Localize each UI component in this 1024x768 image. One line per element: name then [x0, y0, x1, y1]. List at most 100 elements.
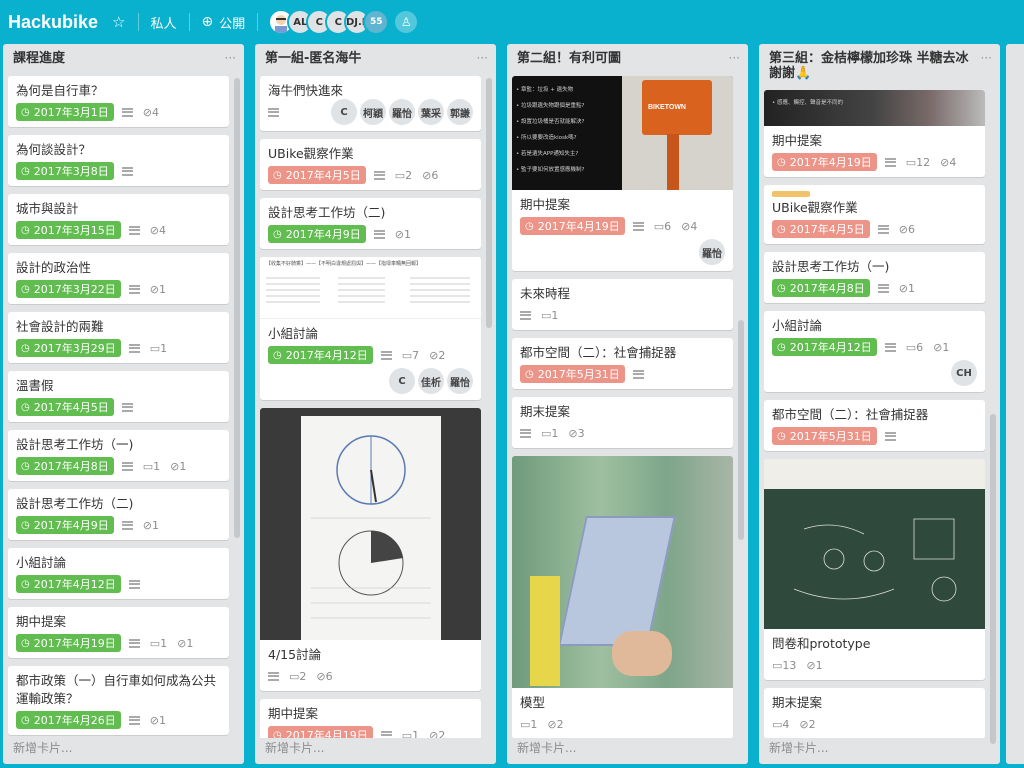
card[interactable]: 都市空間（二）：社會捕捉器 2017年5月31日	[512, 338, 733, 389]
list-scrollbar[interactable]	[738, 320, 744, 540]
card[interactable]: UBike觀察作業 2017年4月5日 ▭ 2 ⊘ 6	[260, 139, 481, 190]
card[interactable]: 設計思考工作坊（一) 2017年4月8日 ⊘ 1	[764, 252, 985, 303]
member-avatar[interactable]: CH	[951, 360, 977, 386]
attachment-icon: ⊘	[149, 713, 159, 727]
list-header: 第二組！有利可圖 ···	[507, 44, 748, 76]
bike-sign: BIKETOWN	[648, 104, 686, 111]
attachment-count: 1	[158, 282, 166, 296]
list-title[interactable]: 第二組！有利可圖	[517, 51, 729, 66]
card[interactable]: 為何談設計？ 2017年3月8日	[8, 135, 229, 186]
card-badges: ▭ 13 ⊘ 1	[772, 656, 977, 674]
description-icon	[380, 730, 392, 738]
card[interactable]: 模型 ▭ 1 ⊘ 2	[512, 456, 733, 738]
description-icon	[373, 170, 385, 180]
member-avatar[interactable]: C	[389, 368, 415, 394]
globe-icon[interactable]: ⊕	[202, 14, 214, 30]
description-icon	[128, 284, 140, 294]
card[interactable]: UBike觀察作業 2017年4月5日 ⊘ 6	[764, 185, 985, 244]
card-badges: 2017年4月9日 ⊘ 1	[268, 225, 473, 243]
due-date-badge: 2017年4月19日	[772, 153, 877, 171]
add-card-button[interactable]: 新增卡片...	[769, 739, 828, 756]
card[interactable]: 期末提案 ▭ 1 ⊘ 3	[512, 397, 733, 448]
list-menu-icon[interactable]: ···	[225, 51, 236, 66]
card[interactable]: 社會設計的兩難 2017年3月29日 ▭ 1	[8, 312, 229, 363]
comment-icon: ▭	[401, 728, 413, 739]
card[interactable]: 設計思考工作坊（二) 2017年4月9日 ⊘ 1	[8, 489, 229, 540]
comment-icon: ▭	[520, 717, 531, 731]
add-card-button[interactable]: 新增卡片...	[517, 739, 576, 756]
due-date-badge: 2017年4月5日	[268, 166, 366, 184]
card-title: UBike觀察作業	[268, 146, 354, 161]
due-date-badge: 2017年3月15日	[16, 221, 121, 239]
card[interactable]: 問卷和prototype ▭ 13 ⊘ 1	[764, 459, 985, 680]
member-avatar[interactable]: 佳析	[418, 368, 444, 394]
comment-icon: ▭	[541, 426, 552, 440]
card-members: 羅怡	[520, 239, 725, 265]
public-button[interactable]: 公開	[219, 13, 245, 32]
list-title[interactable]: 第一組-匿名海牛	[265, 51, 477, 66]
card[interactable]: 期中提案 2017年4月19日 ▭ 1 ⊘ 2	[260, 699, 481, 738]
member-avatar[interactable]: C	[331, 99, 357, 125]
card[interactable]: 未來時程 ▭ 1	[512, 279, 733, 330]
card[interactable]: 海牛們快進來 C 柯穎 羅怡 葉采 郭謙	[260, 76, 481, 131]
description-icon	[121, 461, 133, 471]
attachment-count: 2	[808, 717, 816, 731]
card[interactable]: • 章監：垃圾 + 遺失物 • 垃圾跟遺失物跟個是重點? • 設置垃圾桶是否就能解決…	[512, 76, 733, 271]
member-avatar[interactable]: 葉采	[418, 99, 444, 125]
card-badges: ▭ 1	[520, 306, 725, 324]
list-scrollbar[interactable]	[234, 78, 240, 538]
list-scrollbar[interactable]	[486, 78, 492, 328]
card[interactable]: 小組討論 2017年4月12日 ▭ 6 ⊘ 1CH	[764, 311, 985, 392]
card[interactable]: 都市政策（一）自行車如何成為公共運輸政策？ 2017年4月26日 ⊘ 1	[8, 666, 229, 735]
card[interactable]: 設計思考工作坊（一)2017年4月8日▭ 1⊘ 1	[8, 430, 229, 481]
due-date-badge: 2017年3月29日	[16, 339, 121, 357]
card-members: C 柯穎 羅怡 葉采 郭謙	[268, 99, 473, 125]
member-avatar[interactable]: 柯穎	[360, 99, 386, 125]
member-avatar[interactable]: 郭謙	[447, 99, 473, 125]
card[interactable]: 期中提案2017年4月19日▭ 1⊘ 1	[8, 607, 229, 658]
add-card-button[interactable]: 新增卡片...	[13, 739, 72, 756]
member-avatar[interactable]: 羅怡	[389, 99, 415, 125]
card[interactable]: 溫書假 2017年4月5日	[8, 371, 229, 422]
due-date-badge: 2017年4月12日	[16, 575, 121, 593]
card[interactable]: 設計的政治性 2017年3月22日 ⊘ 1	[8, 253, 229, 304]
attachment-icon: ⊘	[142, 105, 152, 119]
attachment-count: 6	[431, 168, 439, 182]
card[interactable]: 4/15討論 ▭ 2 ⊘ 6	[260, 408, 481, 691]
list-title[interactable]: 課程進度	[13, 51, 225, 66]
list-menu-icon[interactable]: ···	[981, 51, 992, 66]
list-partial	[1006, 44, 1024, 764]
add-member-icon[interactable]: ♙	[395, 11, 418, 33]
star-icon[interactable]: ☆	[112, 13, 125, 31]
member-avatar[interactable]: 羅怡	[699, 239, 725, 265]
cover-caption: • 章監：垃圾 + 遺失物 • 垃圾跟遺失物跟個是重點? • 設置垃圾桶是否就能解決…	[512, 76, 622, 190]
card-badges: ▭ 4 ⊘ 2	[772, 715, 977, 733]
comment-icon: ▭	[541, 308, 552, 322]
attachment-icon: ⊘	[142, 518, 152, 532]
list-menu-icon[interactable]: ···	[477, 51, 488, 66]
cover-caption-line: • 垃圾跟遺失物跟個是重點?	[516, 103, 585, 109]
card[interactable]: • 感應、觸控、聲音是不同的期中提案 2017年4月19日 ▭ 12 ⊘ 4	[764, 90, 985, 177]
add-card-button[interactable]: 新增卡片...	[265, 739, 324, 756]
comment-count: 2	[405, 168, 413, 182]
member-count-badge[interactable]: 55	[363, 9, 390, 35]
list-menu-icon[interactable]: ···	[729, 51, 740, 66]
card[interactable]: 期末提案 ▭ 4 ⊘ 2	[764, 688, 985, 738]
card[interactable]: 城市與設計 2017年3月15日 ⊘ 4	[8, 194, 229, 245]
board-title[interactable]: Hackubike	[8, 12, 98, 33]
card-members: C 佳析 羅怡	[268, 368, 473, 394]
card[interactable]: 設計思考工作坊（二) 2017年4月9日 ⊘ 1	[260, 198, 481, 249]
due-date-badge: 2017年4月12日	[772, 338, 877, 356]
card[interactable]: 【收集不好騎乘】——【不明白違規處罰與】——【指壞車輛無回報】小組討論 2017年…	[260, 257, 481, 400]
card-title: 為何談設計？	[16, 142, 92, 157]
list-scrollbar[interactable]	[990, 414, 996, 744]
list-title[interactable]: 第三組：金桔檸檬加珍珠 半糖去冰 謝謝🙏	[769, 51, 981, 81]
private-button[interactable]: 私人	[151, 13, 177, 32]
comment-count: 2	[299, 669, 307, 683]
due-date-badge: 2017年4月26日	[16, 711, 121, 729]
card[interactable]: 小組討論 2017年4月12日	[8, 548, 229, 599]
member-avatar[interactable]: 羅怡	[447, 368, 473, 394]
description-icon	[520, 428, 531, 438]
card[interactable]: 為何是自行車？ 2017年3月1日 ⊘ 4	[8, 76, 229, 127]
card[interactable]: 都市空間（二）：社會捕捉器 2017年5月31日	[764, 400, 985, 451]
